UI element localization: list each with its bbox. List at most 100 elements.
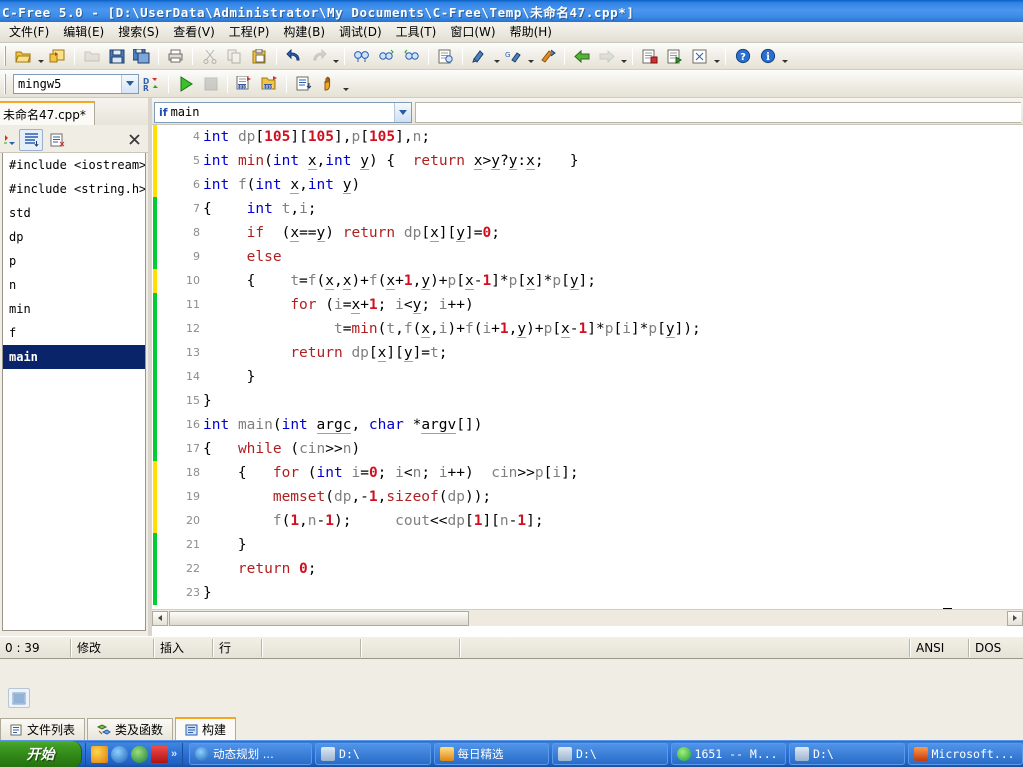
scroll-left-button[interactable] — [152, 610, 168, 626]
taskbar-item[interactable]: Microsoft... — [907, 743, 1023, 765]
code-line[interactable]: memset(dp,-1,sizeof(dp)); — [203, 485, 1023, 509]
taskbar-item[interactable]: D:\ — [789, 743, 905, 765]
outline-view-icon[interactable] — [19, 128, 43, 151]
taskbar-item[interactable]: D:\ — [315, 743, 431, 765]
menu-project[interactable]: 工程(P) — [222, 21, 277, 43]
code-line[interactable]: t=min(t,f(x,i)+f(i+1,y)+p[x-1]*p[i]*p[y]… — [203, 317, 1023, 341]
build-output-icon[interactable] — [292, 73, 315, 95]
find-next-icon[interactable] — [375, 45, 398, 67]
code-line[interactable]: else — [203, 245, 1023, 269]
close-file-icon[interactable] — [80, 45, 103, 67]
menu-window[interactable]: 窗口(W) — [443, 21, 502, 43]
menu-file[interactable]: 文件(F) — [2, 21, 56, 43]
clear-bookmarks-icon[interactable] — [688, 45, 711, 67]
open-file-icon[interactable] — [12, 45, 35, 67]
menu-edit[interactable]: 编辑(E) — [56, 21, 111, 43]
rebuild-icon[interactable] — [536, 45, 559, 67]
code-area[interactable]: 4 5 6 7 8 9 10 11 12 13 14 15 16 17 18 19 20 21 22 23 int d… — [152, 125, 1023, 609]
code-line[interactable]: { int t,i; — [203, 197, 1023, 221]
print-icon[interactable] — [164, 45, 187, 67]
code-line[interactable]: { for (int i=0; i<n; i++) cin>>p[i]; — [203, 461, 1023, 485]
code-line[interactable]: int dp[105][105],p[105],n; — [203, 125, 1023, 149]
bookmark-dropdown-icon[interactable] — [712, 45, 721, 67]
menu-build[interactable]: 构建(B) — [276, 21, 332, 43]
red-app-icon[interactable] — [151, 745, 168, 763]
start-button[interactable]: 开始 — [0, 740, 82, 767]
next-bookmark-icon[interactable] — [663, 45, 686, 67]
code-line[interactable]: for (i=x+1; i<y; i++) — [203, 293, 1023, 317]
list-item[interactable]: std — [3, 201, 145, 225]
stop-icon[interactable] — [199, 73, 222, 95]
list-item[interactable]: #include <string.h> — [3, 177, 145, 201]
configure-compiler-icon[interactable]: DR — [140, 73, 163, 95]
media-icon[interactable] — [91, 745, 108, 763]
help-dropdown-icon[interactable] — [780, 45, 789, 67]
toolbar-grip[interactable] — [3, 46, 9, 66]
build-dropdown-icon[interactable] — [526, 45, 535, 67]
code-line[interactable]: f(1,n-1); cout<<dp[1][n-1]; — [203, 509, 1023, 533]
find-in-files-icon[interactable] — [434, 45, 457, 67]
code-line[interactable]: } — [203, 581, 1023, 605]
code-line[interactable]: } — [203, 533, 1023, 557]
list-item-selected[interactable]: main — [3, 345, 145, 369]
compile-icon[interactable] — [468, 45, 491, 67]
code-line[interactable]: int main(int argc, char *argv[]) — [203, 413, 1023, 437]
code-line[interactable]: return 0; — [203, 557, 1023, 581]
code-line[interactable]: return dp[x][y]=t; — [203, 341, 1023, 365]
tab-build[interactable]: 构建 — [175, 717, 237, 740]
menu-help[interactable]: 帮助(H) — [503, 21, 559, 43]
code-text[interactable]: int dp[105][105],p[105],n; int min(int x,… — [203, 125, 1023, 609]
compile-dropdown-icon[interactable] — [492, 45, 501, 67]
back-icon[interactable] — [570, 45, 593, 67]
build-toolbar-dropdown-icon[interactable] — [341, 73, 350, 95]
list-item[interactable]: min — [3, 297, 145, 321]
close-icon[interactable] — [124, 129, 144, 151]
build-and-run-icon[interactable]: 1010 — [233, 73, 256, 95]
horizontal-scrollbar[interactable] — [152, 609, 1023, 626]
chevron-down-icon[interactable] — [121, 74, 138, 93]
find-prev-icon[interactable] — [400, 45, 423, 67]
paste-icon[interactable] — [248, 45, 271, 67]
code-line[interactable]: { t=f(x,x)+f(x+1,y)+p[x-1]*p[x]*p[y]; — [203, 269, 1023, 293]
navigate-dropdown-icon[interactable] — [619, 45, 628, 67]
code-line[interactable]: int f(int x,int y) — [203, 173, 1023, 197]
help-icon[interactable]: ? — [731, 45, 754, 67]
run-icon[interactable] — [174, 73, 197, 95]
scrollbar-thumb[interactable] — [169, 610, 469, 626]
toolbar-grip[interactable] — [3, 73, 9, 94]
open-file-dropdown-icon[interactable] — [36, 45, 45, 67]
code-line[interactable]: } — [203, 389, 1023, 413]
list-item[interactable]: f — [3, 321, 145, 345]
redo-icon[interactable] — [307, 45, 330, 67]
browser-icon[interactable] — [131, 745, 148, 763]
taskbar-item[interactable]: 1651 -- M... — [670, 743, 787, 765]
copy-icon[interactable] — [223, 45, 246, 67]
list-item[interactable]: #include <iostream> — [3, 153, 145, 177]
build-icon[interactable]: G — [502, 45, 525, 67]
save-icon[interactable] — [105, 45, 128, 67]
sort-symbols-icon[interactable] — [1, 129, 17, 151]
forward-icon[interactable] — [595, 45, 618, 67]
symbol-options-icon[interactable] — [45, 129, 69, 151]
compiler-combo[interactable]: mingw5 — [13, 73, 139, 94]
menu-search[interactable]: 搜索(S) — [111, 21, 166, 43]
list-item[interactable]: dp — [3, 225, 145, 249]
menu-debug[interactable]: 调试(D) — [332, 21, 389, 43]
list-item[interactable]: p — [3, 249, 145, 273]
cut-icon[interactable] — [198, 45, 221, 67]
insert-bookmark-icon[interactable] — [638, 45, 661, 67]
taskbar-item[interactable]: 每日精选 — [433, 743, 550, 765]
undo-dropdown-icon[interactable] — [331, 45, 340, 67]
new-from-template-icon[interactable] — [46, 45, 69, 67]
chevron-double-right-icon[interactable]: » — [171, 748, 177, 760]
menu-tools[interactable]: 工具(T) — [389, 21, 444, 43]
tab-file-list[interactable]: 文件列表 — [0, 718, 86, 740]
chevron-down-icon[interactable] — [394, 102, 411, 122]
scroll-right-button[interactable] — [1007, 610, 1023, 626]
list-item[interactable]: n — [3, 273, 145, 297]
build-log-icon[interactable] — [8, 688, 30, 708]
internet-explorer-icon[interactable] — [111, 745, 128, 763]
code-line[interactable]: { while (cin>>n) — [203, 437, 1023, 461]
pause-hand-icon[interactable] — [317, 73, 340, 95]
find-icon[interactable] — [350, 45, 373, 67]
